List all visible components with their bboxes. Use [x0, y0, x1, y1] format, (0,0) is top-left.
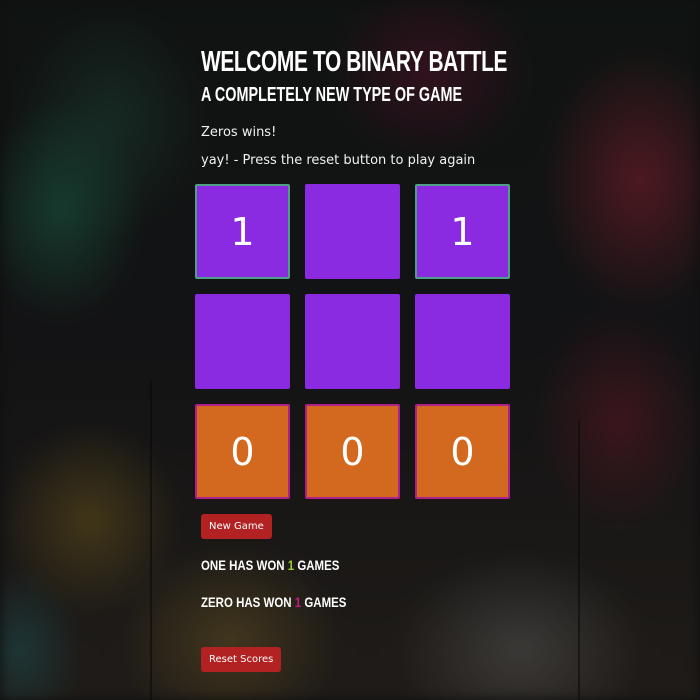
balloon-string — [578, 420, 580, 700]
board-cell[interactable]: 1 — [415, 184, 510, 279]
board-cell[interactable]: 0 — [415, 404, 510, 499]
new-game-button[interactable]: New Game — [201, 514, 272, 539]
page-subtitle: A completely new type of game — [201, 84, 463, 106]
zero-score-count: 1 — [294, 594, 302, 610]
reset-hint-message: yay! - Press the reset button to play ag… — [201, 153, 476, 168]
board-cell[interactable]: 0 — [305, 404, 400, 499]
game-board: 1 1 0 0 0 — [195, 184, 510, 499]
zero-score-suffix: games — [304, 594, 347, 610]
zero-score-line: Zero has won 1 games — [201, 594, 346, 610]
one-score-line: One has won 1 games — [201, 557, 339, 573]
page-title: Welcome to Binary Battle — [201, 46, 508, 78]
one-score-prefix: One has won — [201, 557, 285, 573]
one-score-count: 1 — [287, 557, 295, 573]
balloon-string — [150, 380, 152, 700]
zero-score-prefix: Zero has won — [201, 594, 292, 610]
board-cell[interactable]: 0 — [195, 404, 290, 499]
winner-message: Zeros wins! — [201, 125, 277, 140]
board-cell[interactable] — [305, 184, 400, 279]
board-cell[interactable] — [305, 294, 400, 389]
reset-scores-button[interactable]: Reset Scores — [201, 647, 282, 672]
board-cell[interactable]: 1 — [195, 184, 290, 279]
one-score-suffix: games — [297, 557, 340, 573]
board-cell[interactable] — [195, 294, 290, 389]
board-cell[interactable] — [415, 294, 510, 389]
